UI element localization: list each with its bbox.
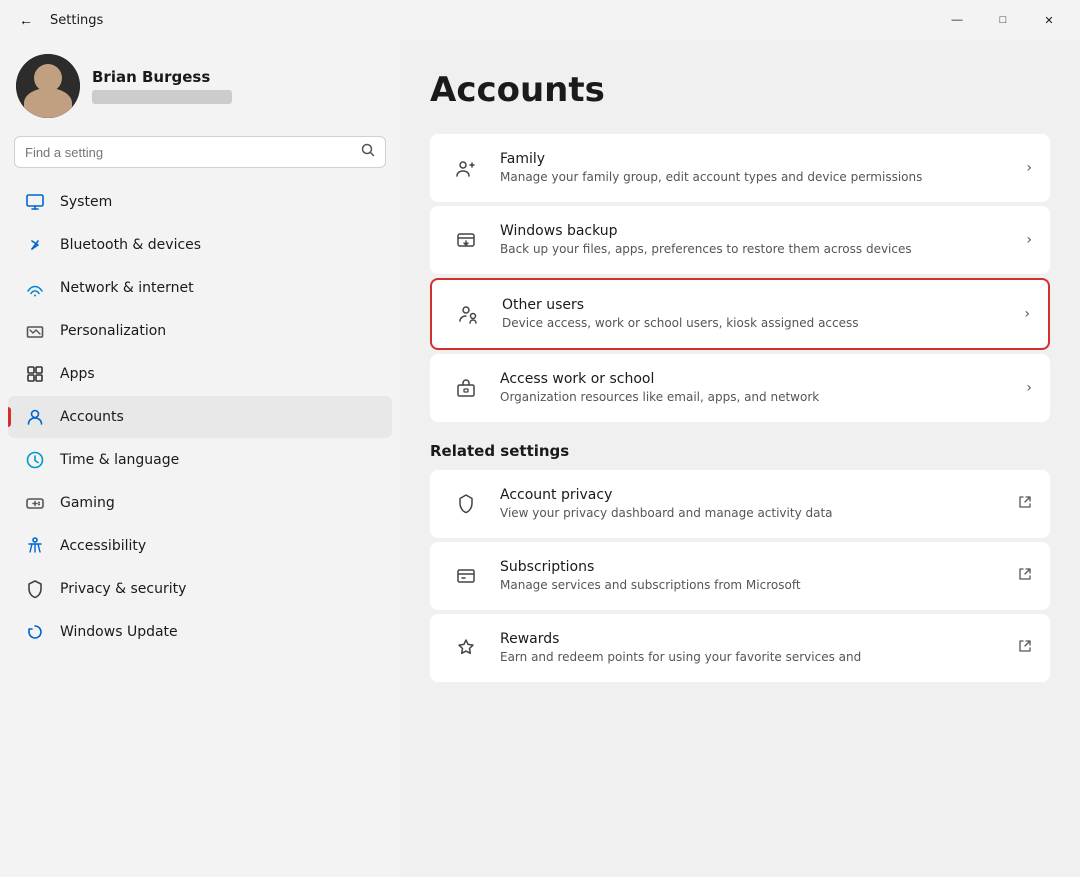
- rewards-description: Earn and redeem points for using your fa…: [500, 649, 1008, 666]
- sidebar: Brian Burgess System Bluetooth & devices: [0, 40, 400, 877]
- chevron-right-icon: ›: [1026, 232, 1032, 248]
- user-info: Brian Burgess: [92, 68, 232, 104]
- sidebar-item-label: Privacy & security: [60, 581, 376, 597]
- titlebar: ← Settings — □ ✕: [0, 0, 1080, 40]
- external-link-icon: [1018, 495, 1032, 513]
- chevron-right-icon: ›: [1026, 160, 1032, 176]
- nav-list: System Bluetooth & devices Network & int…: [0, 180, 400, 654]
- sidebar-item-label: Accessibility: [60, 538, 376, 554]
- accounts-icon: [24, 406, 46, 428]
- sidebar-item-system[interactable]: System: [8, 181, 392, 223]
- access-work-title: Access work or school: [500, 371, 1016, 387]
- sidebar-item-network[interactable]: Network & internet: [8, 267, 392, 309]
- external-link-icon: [1018, 639, 1032, 657]
- card-family[interactable]: Family Manage your family group, edit ac…: [430, 134, 1050, 202]
- user-profile[interactable]: Brian Burgess: [0, 40, 400, 136]
- account-privacy-description: View your privacy dashboard and manage a…: [500, 505, 1008, 522]
- other-users-title: Other users: [502, 297, 1014, 313]
- account-privacy-icon: [448, 486, 484, 522]
- sidebar-item-time[interactable]: Time & language: [8, 439, 392, 481]
- sidebar-item-label: Bluetooth & devices: [60, 237, 376, 253]
- sidebar-item-accounts[interactable]: Accounts: [8, 396, 392, 438]
- chevron-right-icon: ›: [1026, 380, 1032, 396]
- app-title: Settings: [50, 13, 103, 28]
- family-icon: [448, 150, 484, 186]
- card-windows-backup[interactable]: Windows backup Back up your files, apps,…: [430, 206, 1050, 274]
- bluetooth-icon: [24, 234, 46, 256]
- card-rewards[interactable]: Rewards Earn and redeem points for using…: [430, 614, 1050, 682]
- page-title: Accounts: [430, 70, 1050, 110]
- windows-backup-description: Back up your files, apps, preferences to…: [500, 241, 1016, 258]
- sidebar-item-label: Network & internet: [60, 280, 376, 296]
- search-input[interactable]: [25, 145, 353, 160]
- windows-backup-title: Windows backup: [500, 223, 1016, 239]
- subscriptions-icon: [448, 558, 484, 594]
- card-access-work[interactable]: Access work or school Organization resou…: [430, 354, 1050, 422]
- subscriptions-title: Subscriptions: [500, 559, 1008, 575]
- card-subscriptions[interactable]: Subscriptions Manage services and subscr…: [430, 542, 1050, 610]
- family-description: Manage your family group, edit account t…: [500, 169, 1016, 186]
- access-work-description: Organization resources like email, apps,…: [500, 389, 1016, 406]
- other-users-description: Device access, work or school users, kio…: [502, 315, 1014, 332]
- related-cards: Account privacy View your privacy dashbo…: [430, 470, 1050, 682]
- search-icon: [361, 143, 375, 161]
- time-icon: [24, 449, 46, 471]
- update-icon: [24, 621, 46, 643]
- minimize-button[interactable]: —: [934, 4, 980, 36]
- sidebar-item-label: Time & language: [60, 452, 376, 468]
- accessibility-icon: [24, 535, 46, 557]
- main-layout: Brian Burgess System Bluetooth & devices: [0, 40, 1080, 877]
- user-name: Brian Burgess: [92, 68, 232, 86]
- sidebar-item-gaming[interactable]: Gaming: [8, 482, 392, 524]
- other-users-icon: [450, 296, 486, 332]
- user-email: [92, 90, 232, 104]
- subscriptions-description: Manage services and subscriptions from M…: [500, 577, 1008, 594]
- card-other-users[interactable]: Other users Device access, work or schoo…: [430, 278, 1050, 350]
- network-icon: [24, 277, 46, 299]
- sidebar-item-accessibility[interactable]: Accessibility: [8, 525, 392, 567]
- sidebar-item-apps[interactable]: Apps: [8, 353, 392, 395]
- card-account-privacy[interactable]: Account privacy View your privacy dashbo…: [430, 470, 1050, 538]
- personalization-icon: [24, 320, 46, 342]
- sidebar-item-label: Accounts: [60, 409, 376, 425]
- search-container: [0, 136, 400, 180]
- family-title: Family: [500, 151, 1016, 167]
- back-button[interactable]: ←: [12, 6, 40, 34]
- sidebar-item-label: Gaming: [60, 495, 376, 511]
- external-link-icon: [1018, 567, 1032, 585]
- sidebar-item-label: Apps: [60, 366, 376, 382]
- titlebar-left: ← Settings: [12, 6, 103, 34]
- rewards-icon: [448, 630, 484, 666]
- related-settings-title: Related settings: [430, 442, 1050, 460]
- avatar-image: [16, 54, 80, 118]
- access-work-icon: [448, 370, 484, 406]
- window-controls: — □ ✕: [934, 4, 1072, 36]
- avatar: [16, 54, 80, 118]
- account-privacy-title: Account privacy: [500, 487, 1008, 503]
- sidebar-item-personalization[interactable]: Personalization: [8, 310, 392, 352]
- chevron-right-icon: ›: [1024, 306, 1030, 322]
- search-box[interactable]: [14, 136, 386, 168]
- apps-icon: [24, 363, 46, 385]
- sidebar-item-label: Personalization: [60, 323, 376, 339]
- sidebar-item-update[interactable]: Windows Update: [8, 611, 392, 653]
- sidebar-item-label: System: [60, 194, 376, 210]
- gaming-icon: [24, 492, 46, 514]
- content-area: Accounts Family Manage your family group…: [400, 40, 1080, 877]
- sidebar-item-privacy[interactable]: Privacy & security: [8, 568, 392, 610]
- privacy-icon: [24, 578, 46, 600]
- settings-cards: Family Manage your family group, edit ac…: [430, 134, 1050, 422]
- close-button[interactable]: ✕: [1026, 4, 1072, 36]
- maximize-button[interactable]: □: [980, 4, 1026, 36]
- rewards-title: Rewards: [500, 631, 1008, 647]
- system-icon: [24, 191, 46, 213]
- windows-backup-icon: [448, 222, 484, 258]
- sidebar-item-label: Windows Update: [60, 624, 376, 640]
- sidebar-item-bluetooth[interactable]: Bluetooth & devices: [8, 224, 392, 266]
